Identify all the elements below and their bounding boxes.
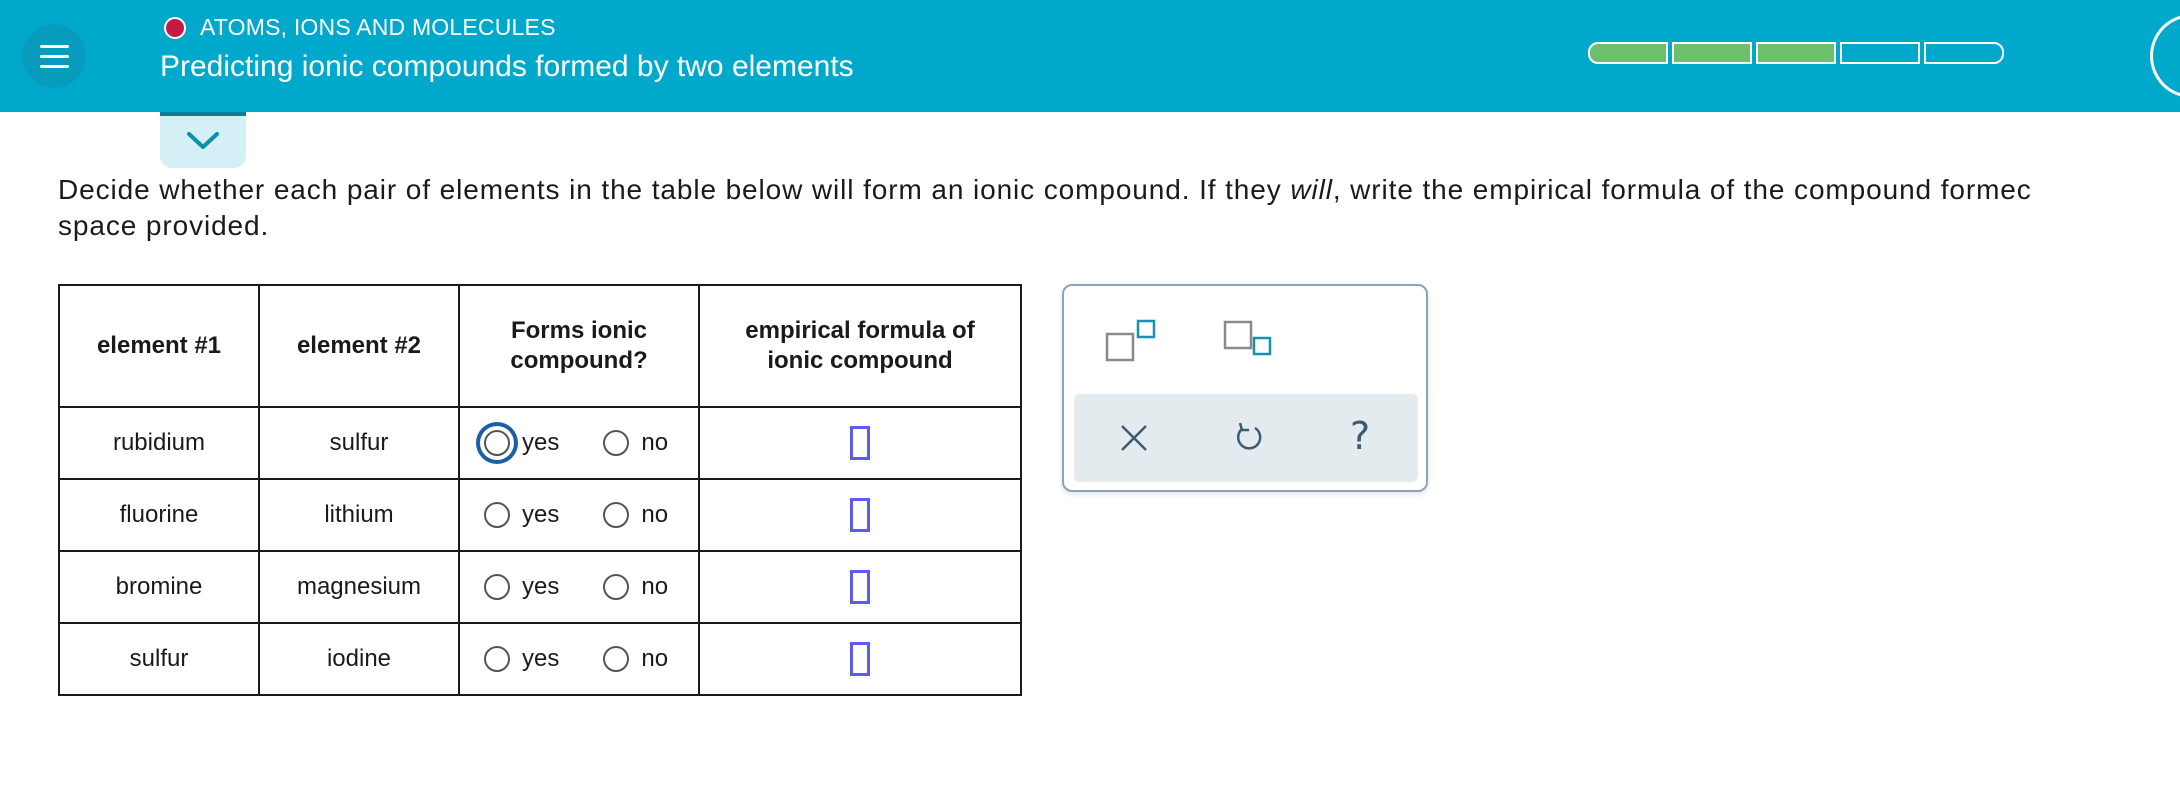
element-1-cell: rubidium (58, 406, 260, 480)
element-1-cell: fluorine (58, 478, 260, 552)
no-label[interactable]: no (641, 501, 668, 529)
formula-input[interactable] (850, 498, 870, 532)
forms-ionic-cell: yes no (458, 478, 700, 552)
header-forms-ionic: Forms ionic compound? (458, 284, 700, 408)
formula-input[interactable] (850, 570, 870, 604)
no-label[interactable]: no (641, 429, 668, 457)
no-radio[interactable] (603, 502, 630, 528)
formula-cell (698, 550, 1022, 624)
yes-label[interactable]: yes (522, 645, 559, 673)
formula-input[interactable] (850, 642, 870, 676)
header-formula-line1: empirical formula of (745, 317, 975, 344)
yes-radio[interactable] (484, 574, 510, 600)
topic-label: ATOMS, IONS AND MOLECULES (200, 14, 556, 40)
no-radio[interactable] (603, 574, 630, 600)
formula-cell (698, 622, 1022, 696)
progress-segment (1840, 42, 1920, 64)
yes-radio[interactable] (484, 646, 510, 672)
header-empirical-formula: empirical formula of ionic compound (698, 284, 1022, 408)
progress-segment (1672, 42, 1752, 64)
header-element-2: element #2 (258, 284, 460, 408)
prompt-text-start: Decide whether each pair of elements in … (58, 174, 1291, 205)
progress-segment (1924, 42, 2004, 64)
yes-label[interactable]: yes (522, 429, 559, 457)
element-2-cell: magnesium (258, 550, 460, 624)
prompt-italic-word: will (1290, 174, 1333, 205)
clear-icon[interactable] (1118, 422, 1150, 454)
header-forms-line1: Forms ionic (510, 317, 648, 344)
element-1-cell: bromine (58, 550, 260, 624)
formula-toolbox: ? (1062, 284, 1428, 492)
header-formula-line2: ionic compound (767, 347, 953, 374)
forms-ionic-cell: yes no (458, 406, 700, 480)
element-1-cell: sulfur (58, 622, 260, 696)
table-row: bromine magnesium yes no (58, 550, 1022, 624)
table-row: fluorine lithium yes no (58, 478, 1022, 552)
forms-ionic-cell: yes no (458, 550, 700, 624)
chevron-down-icon (187, 132, 219, 149)
forms-ionic-cell: yes no (458, 622, 700, 696)
no-label[interactable]: no (641, 645, 668, 673)
header-bar: ATOMS, IONS AND MOLECULES Predicting ion… (0, 0, 2180, 112)
question-prompt: Decide whether each pair of elements in … (58, 172, 2168, 244)
yes-label[interactable]: yes (522, 573, 559, 601)
table-row: sulfur iodine yes no (58, 622, 1022, 696)
toolbox-actions: ? (1074, 394, 1418, 482)
elements-table: element #1 element #2 Forms ionic compou… (58, 284, 1022, 696)
formula-cell (698, 406, 1022, 480)
no-radio[interactable] (603, 430, 630, 456)
element-2-cell: sulfur (258, 406, 460, 480)
table-header-row: element #1 element #2 Forms ionic compou… (58, 284, 1022, 408)
formula-input[interactable] (850, 426, 870, 460)
yes-radio[interactable] (484, 430, 510, 456)
no-label[interactable]: no (641, 573, 668, 601)
prompt-text-end: , write the empirical formula of the com… (1332, 174, 2032, 205)
header-element-1: element #1 (58, 284, 260, 408)
topic-status-dot (164, 17, 186, 39)
subscript-icon[interactable] (1222, 318, 1278, 368)
avatar[interactable] (2150, 14, 2180, 98)
header-forms-line2: compound? (510, 347, 648, 374)
undo-icon[interactable] (1232, 420, 1266, 454)
menu-button[interactable] (22, 24, 86, 88)
formula-cell (698, 478, 1022, 552)
progress-segment (1756, 42, 1836, 64)
element-2-cell: lithium (258, 478, 460, 552)
progress-segment (1588, 42, 1668, 64)
no-radio[interactable] (603, 646, 630, 672)
progress-bar (1588, 42, 2004, 64)
yes-radio[interactable] (484, 502, 510, 528)
prompt-line-2: space provided. (58, 210, 270, 241)
page-title: Predicting ionic compounds formed by two… (160, 50, 854, 83)
element-2-cell: iodine (258, 622, 460, 696)
help-icon[interactable]: ? (1350, 414, 1370, 458)
table-row: rubidium sulfur yes no (58, 406, 1022, 480)
yes-label[interactable]: yes (522, 501, 559, 529)
collapse-header-button[interactable] (160, 112, 246, 168)
superscript-icon[interactable] (1104, 318, 1160, 368)
